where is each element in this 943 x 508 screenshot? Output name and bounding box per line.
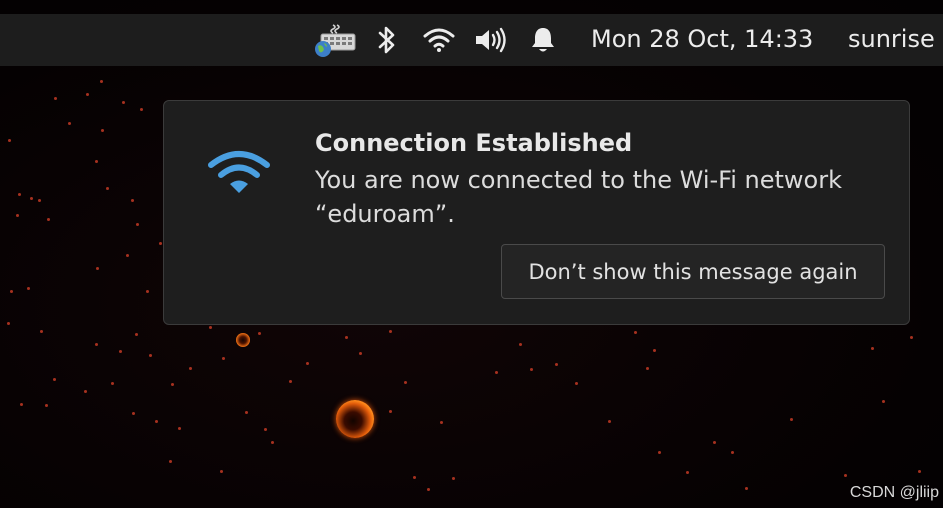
star [440, 421, 443, 424]
star [713, 441, 716, 444]
star [209, 326, 212, 329]
star [686, 471, 689, 474]
volume-icon[interactable] [472, 14, 510, 66]
star [149, 354, 152, 357]
star [122, 101, 125, 104]
star [106, 187, 109, 190]
star [745, 487, 748, 490]
star [178, 427, 181, 430]
star [7, 322, 10, 325]
star [30, 197, 33, 200]
star [169, 460, 172, 463]
star [452, 477, 455, 480]
star [100, 80, 103, 83]
star [95, 343, 98, 346]
planet-large [336, 400, 374, 438]
star [27, 287, 30, 290]
star [404, 381, 407, 384]
notification-body-line: “eduroam”. [315, 200, 455, 228]
star [389, 330, 392, 333]
star [222, 357, 225, 360]
star [16, 214, 19, 217]
star [918, 470, 921, 473]
star [146, 290, 149, 293]
desktop-background: Mon 28 Oct, 14:33 sunrise Connection Est… [0, 0, 943, 508]
star [40, 330, 43, 333]
star [20, 403, 23, 406]
star [495, 371, 498, 374]
star [427, 488, 430, 491]
star [140, 108, 143, 111]
star [53, 378, 56, 381]
star [84, 390, 87, 393]
star [171, 383, 174, 386]
dont-show-again-button[interactable]: Don’t show this message again [501, 244, 885, 299]
star [271, 441, 274, 444]
star [38, 199, 41, 202]
star [608, 420, 611, 423]
clock[interactable]: Mon 28 Oct, 14:33 [591, 14, 813, 66]
star [135, 333, 138, 336]
star [289, 380, 292, 383]
star [264, 428, 267, 431]
wifi-icon[interactable] [421, 14, 457, 66]
star [96, 267, 99, 270]
notification-body: You are now connected to the Wi-Fi netwo… [315, 163, 895, 231]
star [844, 474, 847, 477]
star [155, 420, 158, 423]
star [790, 418, 793, 421]
planet-small [236, 333, 250, 347]
wifi-icon [208, 149, 270, 197]
star [871, 347, 874, 350]
watermark: CSDN @jliip [849, 484, 939, 501]
star [345, 336, 348, 339]
star [359, 352, 362, 355]
star [413, 476, 416, 479]
star [131, 199, 134, 202]
star [731, 451, 734, 454]
star [68, 122, 71, 125]
star [245, 411, 248, 414]
star [530, 368, 533, 371]
star [86, 93, 89, 96]
user-menu[interactable]: sunrise [848, 14, 935, 66]
star [119, 350, 122, 353]
star [653, 349, 656, 352]
star [47, 218, 50, 221]
star [8, 139, 11, 142]
top-panel: Mon 28 Oct, 14:33 sunrise [0, 14, 943, 66]
star [189, 367, 192, 370]
star [646, 367, 649, 370]
keyboard-layout-icon[interactable] [310, 14, 358, 66]
star [126, 254, 129, 257]
notification-popup[interactable]: Connection Established You are now conne… [163, 100, 910, 325]
star [575, 382, 578, 385]
star [54, 97, 57, 100]
star [95, 160, 98, 163]
bluetooth-icon[interactable] [374, 14, 400, 66]
star [555, 363, 558, 366]
star [634, 331, 637, 334]
notification-title: Connection Established [315, 129, 633, 157]
star [10, 290, 13, 293]
star [136, 223, 139, 226]
notification-body-line: You are now connected to the Wi-Fi netwo… [315, 166, 842, 194]
star [18, 193, 21, 196]
star [519, 343, 522, 346]
star [258, 332, 261, 335]
star [306, 362, 309, 365]
star [910, 336, 913, 339]
star [882, 400, 885, 403]
star [159, 242, 162, 245]
star [132, 412, 135, 415]
bell-icon[interactable] [526, 14, 560, 66]
star [101, 129, 104, 132]
star [111, 382, 114, 385]
star [389, 410, 392, 413]
star [220, 470, 223, 473]
star [658, 451, 661, 454]
star [45, 404, 48, 407]
